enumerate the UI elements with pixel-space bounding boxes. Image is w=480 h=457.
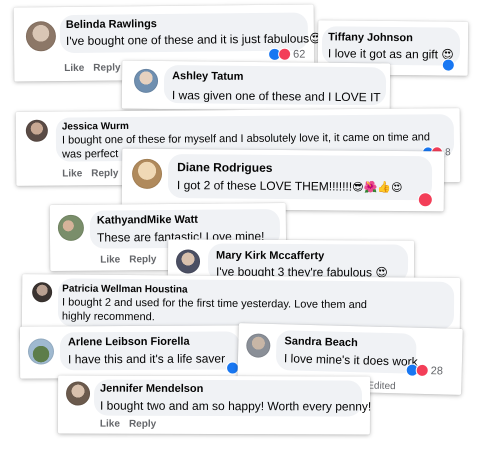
emoji-sequence: 😎🌺👍😍 [352,180,403,195]
like-reaction-icon [441,58,455,72]
comment-author[interactable]: Tiffany Johnson [328,31,413,44]
comment-text: I have this and it's a life saver [68,351,226,367]
avatar[interactable] [246,333,271,358]
reply-button[interactable]: Reply [129,254,156,265]
avatar[interactable] [65,381,91,406]
comment-text: I got 2 of these LOVE THEM!!!!!!!😎🌺👍😍 [176,178,403,195]
love-reaction-icon [417,192,433,208]
comment-card: Ashley Tatum I was given one of these an… [121,60,391,112]
comment-author[interactable]: Ashley Tatum [172,70,243,83]
avatar[interactable] [32,282,53,303]
avatar[interactable] [175,249,201,274]
reaction-summary[interactable]: 62 [268,47,306,61]
comment-text: I've bought one of these and it is just … [65,31,322,49]
reaction-summary[interactable]: 28 [405,363,444,378]
like-button[interactable]: Like [100,419,120,430]
comment-author[interactable]: Jennifer Mendelson [100,383,203,395]
comment-actions: Like Reply [64,62,129,74]
avatar[interactable] [57,214,85,241]
comment-text: I bought two and am so happy! Worth ever… [99,398,372,414]
comment-author[interactable]: Arlene Leibson Fiorella [68,336,190,349]
like-button[interactable]: Like [100,254,120,265]
reply-button[interactable]: Reply [129,419,156,430]
reply-button[interactable]: Reply [91,168,118,179]
comment-actions: Like Reply [100,254,165,265]
comment-author[interactable]: Sandra Beach [284,335,358,349]
comment-author[interactable]: Belinda Rawlings [66,18,157,31]
edited-label: Edited [367,380,396,393]
comment-author[interactable]: KathyandMike Watt [97,214,198,227]
comment-author[interactable]: Diane Rodrigues [177,160,272,175]
comment-text: I bought 2 and used for the first time y… [61,296,368,323]
comment-author[interactable]: Jessica Wurm [62,121,129,133]
avatar[interactable] [27,338,55,365]
avatar[interactable] [25,119,48,142]
comment-actions: Like Reply [100,419,165,430]
comment-card: Arlene Leibson Fiorella I have this and … [19,325,245,379]
comment-actions: Like Reply [62,168,127,179]
reaction-count: 28 [430,364,444,377]
comment-text: I was given one of these and I LOVE IT [171,88,381,105]
comment-text: I love it got as an gift 😍 [327,46,454,62]
like-button[interactable]: Like [64,63,84,74]
reply-button[interactable]: Reply [93,62,120,73]
reaction-summary[interactable] [441,58,455,72]
love-reaction-icon [278,47,292,61]
comment-author[interactable]: Patricia Wellman Houstina [62,283,187,295]
reaction-summary[interactable] [417,192,433,208]
like-button[interactable]: Like [62,168,82,179]
love-reaction-icon [415,363,429,378]
comment-author[interactable]: Mary Kirk Mccafferty [216,250,324,263]
avatar[interactable] [25,21,57,52]
comment-card: Diane Rodrigues I got 2 of these LOVE TH… [121,148,445,212]
reaction-count: 8 [445,146,451,158]
comment-card: Jennifer Mendelson I bought two and am s… [57,375,372,435]
reaction-count: 62 [293,48,306,61]
avatar[interactable] [133,68,159,93]
avatar[interactable] [131,158,163,189]
